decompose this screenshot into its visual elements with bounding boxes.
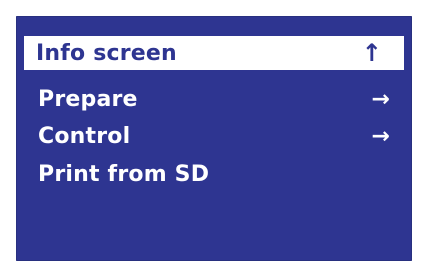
- menu-item-label: Info screen: [36, 40, 177, 66]
- submenu-arrow-icon: →: [371, 86, 390, 112]
- menu-item-control[interactable]: Control →: [16, 119, 412, 153]
- menu-item-print-from-sd[interactable]: Print from SD: [16, 157, 412, 191]
- menu-item-label: Prepare: [38, 86, 138, 112]
- back-up-arrow-icon: ↑: [361, 39, 382, 67]
- menu-item-label: Control: [38, 123, 131, 149]
- menu-item-prepare[interactable]: Prepare →: [16, 82, 412, 116]
- menu-item-label: Print from SD: [38, 161, 210, 187]
- submenu-arrow-icon: →: [371, 123, 390, 149]
- menu-item-info-screen[interactable]: Info screen ↑: [24, 36, 404, 70]
- lcd-menu-screen: Info screen ↑ Prepare → Control → Print …: [16, 16, 412, 261]
